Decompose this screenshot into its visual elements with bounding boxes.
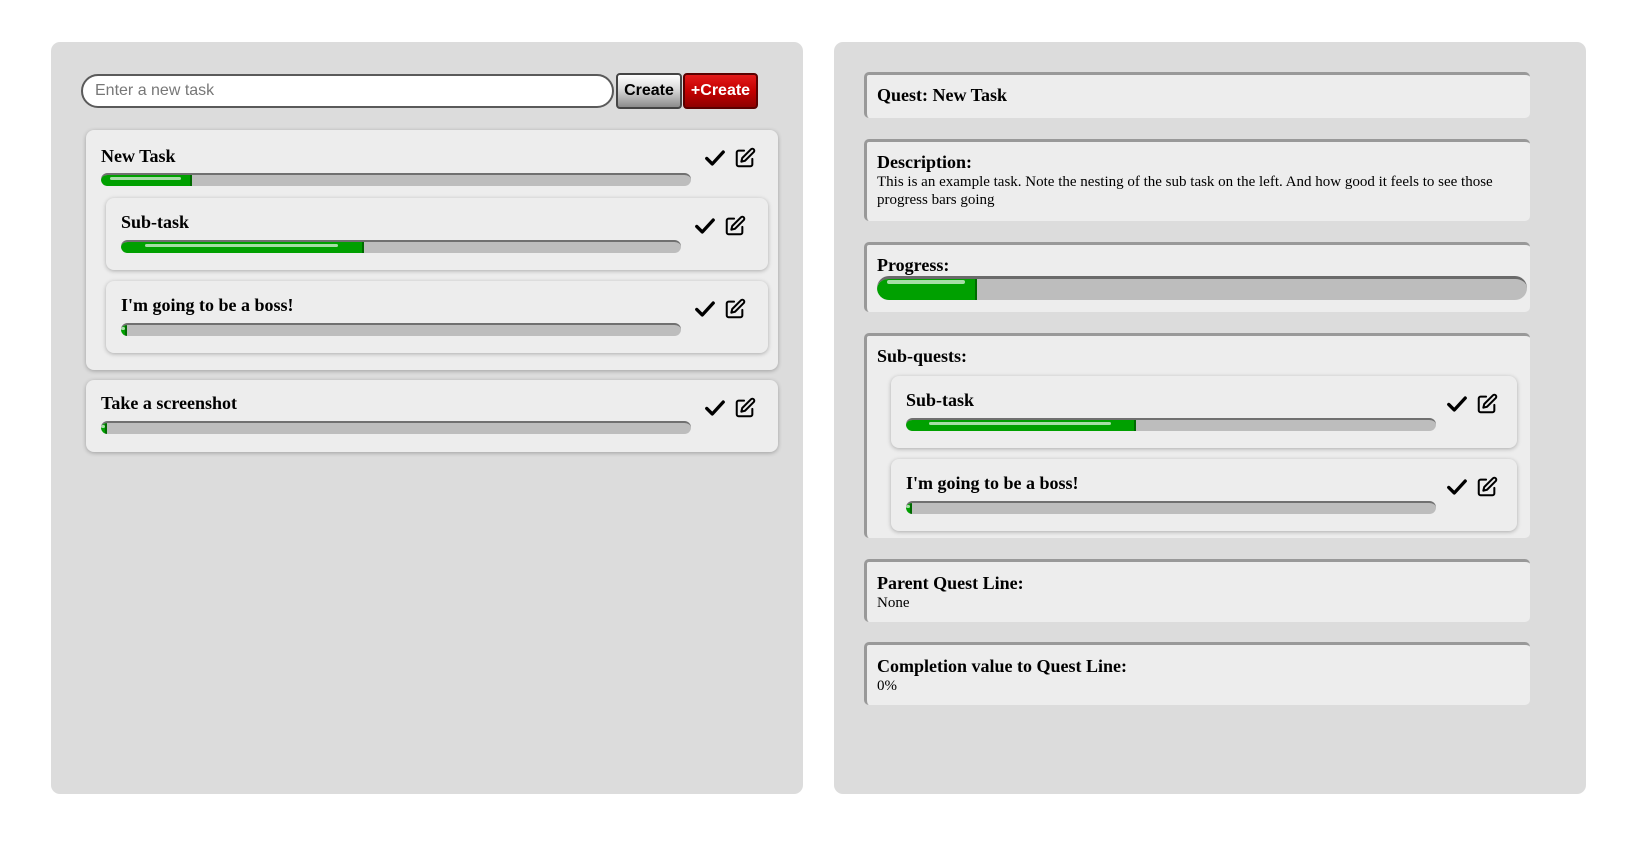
checkmark-icon[interactable] [1446,476,1468,498]
subquest-progress-fill [906,420,1136,431]
subquest-card[interactable]: I'm going to be a boss! [891,459,1517,531]
subquest-progress-bar [906,501,1436,514]
edit-icon[interactable] [734,147,756,169]
description-text: This is an example task. Note the nestin… [877,174,1493,208]
quest-title: Quest: New Task [877,85,1008,105]
create-subtask-button[interactable]: +Create [683,73,758,109]
progress-box: Progress: [864,242,1530,312]
task-progress-fill [101,175,192,186]
subtask-progress-bar [121,323,681,336]
quest-progress-fill [877,279,977,300]
description-label: Description: [877,152,972,172]
new-task-input[interactable] [81,74,614,108]
checkmark-icon[interactable] [704,147,726,169]
task-progress-fill [101,423,107,434]
subquests-box: Sub-quests: Sub-task I'm going to be a b… [864,333,1530,538]
subquest-title: I'm going to be a boss! [906,473,1079,493]
new-task-row: Create +Create [81,72,758,110]
subtask-card[interactable]: Sub-task [106,198,768,270]
task-progress-bar [101,173,691,186]
checkmark-icon[interactable] [1446,393,1468,415]
edit-icon[interactable] [1476,476,1498,498]
subtask-title: Sub-task [121,212,190,232]
parent-quest-value: None [877,595,910,611]
subquest-title: Sub-task [906,390,975,410]
quest-title-box: Quest: New Task [864,72,1530,118]
edit-icon[interactable] [734,397,756,419]
subquests-label: Sub-quests: [877,346,968,366]
task-card[interactable]: Take a screenshot [86,380,778,452]
subtask-card[interactable]: I'm going to be a boss! [106,281,768,353]
completion-label: Completion value to Quest Line: [877,656,1127,676]
task-progress-bar [101,421,691,434]
subtask-title: I'm going to be a boss! [121,295,294,315]
checkmark-icon[interactable] [694,298,716,320]
parent-quest-label: Parent Quest Line: [877,573,1024,593]
edit-icon[interactable] [724,215,746,237]
task-title: Take a screenshot [101,393,238,413]
task-card[interactable]: New Task Sub-task I'm going to be a boss… [86,130,778,370]
completion-value: 0% [877,678,897,694]
edit-icon[interactable] [1476,393,1498,415]
subquest-card[interactable]: Sub-task [891,376,1517,448]
subtask-progress-fill [121,325,127,336]
subtask-progress-bar [121,240,681,253]
subtask-progress-fill [121,242,364,253]
subquest-progress-fill [906,503,912,514]
checkmark-icon[interactable] [694,215,716,237]
progress-label: Progress: [877,255,950,275]
edit-icon[interactable] [724,298,746,320]
quest-progress-bar [877,276,1527,300]
checkmark-icon[interactable] [704,397,726,419]
quest-detail-panel: Quest: New Task Description: This is an … [834,42,1586,794]
task-list-panel: Create +Create New Task Sub-task I'm goi… [51,42,803,794]
parent-quest-box: Parent Quest Line: None [864,559,1530,622]
subquest-progress-bar [906,418,1436,431]
completion-box: Completion value to Quest Line: 0% [864,642,1530,705]
task-title: New Task [101,146,176,166]
create-button[interactable]: Create [616,73,682,109]
description-box: Description: This is an example task. No… [864,139,1530,221]
